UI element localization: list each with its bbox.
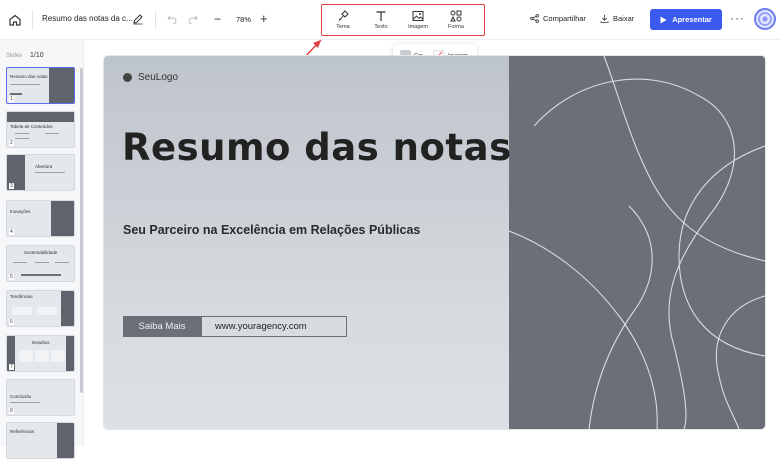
image-icon xyxy=(412,11,424,21)
image-button[interactable]: Imagem xyxy=(403,10,433,30)
share-icon xyxy=(530,14,539,23)
slide-thumbnail-9[interactable]: Referências xyxy=(6,422,75,459)
redo-icon[interactable] xyxy=(188,14,198,24)
slide-thumbnail-1[interactable]: Resumo das notas 1 xyxy=(6,67,75,104)
shape-icon xyxy=(450,10,462,22)
text-button[interactable]: Texto xyxy=(366,10,396,30)
theme-button[interactable]: Tema xyxy=(328,10,358,30)
slide-cta-group: Saiba Mais www.youragency.com xyxy=(123,316,347,337)
play-icon xyxy=(660,16,667,23)
slide-thumbnail-2[interactable]: Tabela de Conteúdos 2 xyxy=(6,111,75,148)
home-icon[interactable] xyxy=(7,12,23,28)
slide-thumbnail-5[interactable]: Sustentabilidade 5 xyxy=(6,245,75,282)
undo-icon[interactable] xyxy=(167,14,177,24)
slide-thumbnail-8[interactable]: Conclusão 8 xyxy=(6,379,75,416)
shape-button[interactable]: Forma xyxy=(441,10,471,30)
zoom-level[interactable]: 78% xyxy=(236,15,251,24)
zoom-in-button[interactable]: + xyxy=(260,12,268,25)
pencil-icon[interactable] xyxy=(132,13,144,25)
share-button[interactable]: Compartilhar xyxy=(530,14,586,23)
theme-icon xyxy=(338,10,349,21)
download-icon xyxy=(600,14,609,23)
slide-subheadline[interactable]: Seu Parceiro na Excelência em Relações P… xyxy=(123,223,420,237)
download-button[interactable]: Baixar xyxy=(600,14,634,23)
slide-headline[interactable]: Resumo das notas xyxy=(122,126,512,169)
slide-thumbnail-6[interactable]: Tendências 6 xyxy=(6,290,75,327)
cta-url-text[interactable]: www.youragency.com xyxy=(201,316,347,337)
zoom-out-button[interactable]: − xyxy=(214,13,221,25)
slide-thumbnail-7[interactable]: Desafios 7 xyxy=(6,335,75,372)
slides-count: 1/10 xyxy=(30,52,44,59)
brand-logo[interactable]: SeuLogo xyxy=(123,72,178,83)
slide-canvas[interactable]: SeuLogo Resumo das notas Seu Parceiro na… xyxy=(104,56,765,429)
text-icon xyxy=(376,11,386,21)
toolbar-divider xyxy=(155,10,156,30)
avatar[interactable] xyxy=(754,8,776,30)
slides-panel: Slides 1/10 Resumo das notas 1 Tabela de… xyxy=(0,40,84,459)
slide-thumbnail-4[interactable]: Inovações 4 xyxy=(6,200,75,237)
toolbar-divider xyxy=(32,10,33,30)
avatar-pattern-icon xyxy=(758,12,772,26)
slides-label: Slides xyxy=(6,53,23,59)
logo-mark-icon xyxy=(123,73,132,82)
top-toolbar: Resumo das notas da c... − 78% + Tema Te… xyxy=(0,0,780,40)
cta-button[interactable]: Saiba Mais xyxy=(123,316,201,337)
slides-scrollbar[interactable] xyxy=(80,68,83,393)
more-options-icon[interactable]: ··· xyxy=(730,11,745,25)
decorative-lines xyxy=(509,56,765,429)
document-title[interactable]: Resumo das notas da c... xyxy=(42,14,133,23)
slide-thumbnail-3[interactable]: Abertura 3 xyxy=(6,154,75,191)
present-button[interactable]: Apresentar xyxy=(650,9,722,30)
insert-tools-group: Tema Texto Imagem Forma xyxy=(321,4,485,36)
